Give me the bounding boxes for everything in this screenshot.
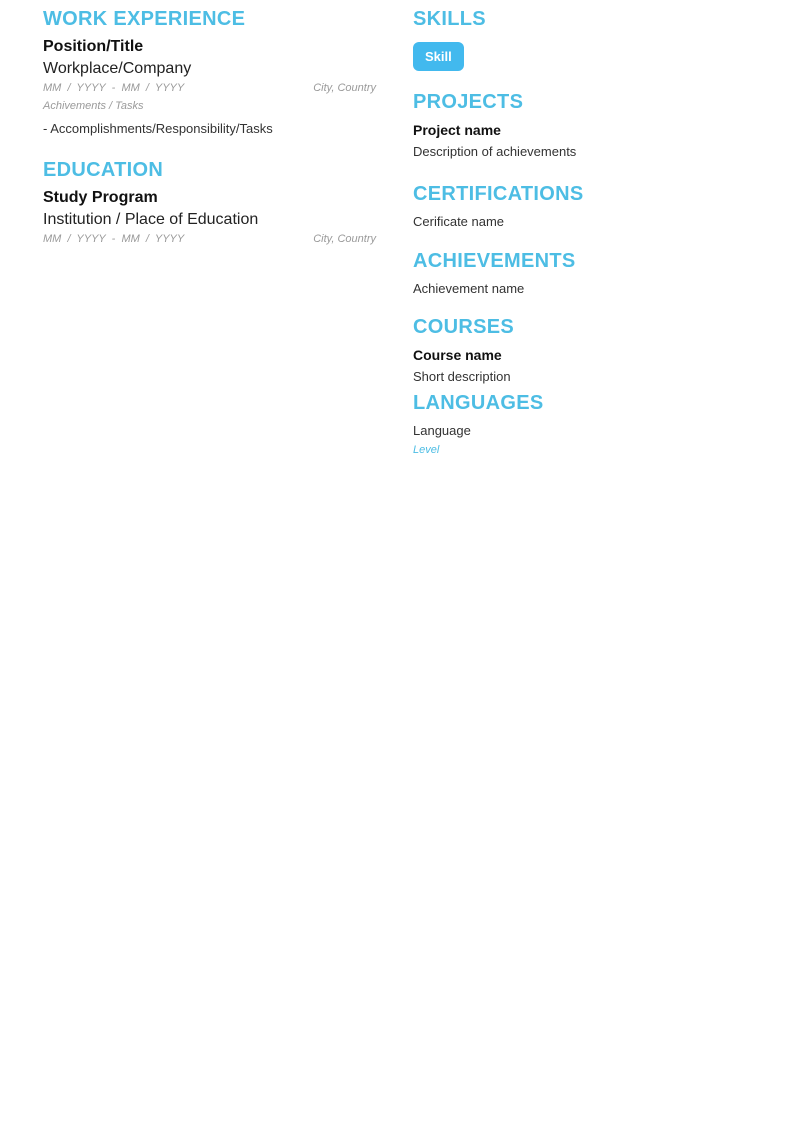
languages-section: LANGUAGES Language Level (413, 391, 763, 458)
courses-section: COURSES Course name Short description (413, 315, 763, 386)
project-description: Description of achievements (413, 144, 577, 159)
achievements-section: ACHIEVEMENTS Achievement name (413, 249, 763, 298)
education-dates: MM / YYYY - MM / YYYY (43, 233, 185, 245)
education-section: EDUCATION Study Program Institution / Pl… (43, 158, 376, 248)
courses-heading: COURSES (413, 316, 515, 338)
work-dates: MM / YYYY - MM / YYYY (43, 82, 185, 94)
languages-heading: LANGUAGES (413, 392, 544, 414)
work-bullet: - Accomplishments/Responsibility/Tasks (43, 121, 273, 136)
work-experience-section: WORK EXPERIENCE Position/Title Workplace… (43, 7, 376, 138)
education-location: City, Country (313, 233, 376, 245)
work-experience-heading: WORK EXPERIENCE (43, 8, 246, 30)
achievement-name: Achievement name (413, 281, 525, 296)
institution-name: Institution / Place of Education (43, 211, 259, 228)
education-meta-row: MM / YYYY - MM / YYYY City, Country (43, 231, 376, 248)
language-level: Level (413, 444, 440, 456)
work-achievements-note: Achivements / Tasks (43, 100, 144, 112)
language-name: Language (413, 423, 471, 438)
course-description: Short description (413, 369, 511, 384)
education-heading: EDUCATION (43, 159, 164, 181)
project-name: Project name (413, 122, 501, 138)
certifications-heading: CERTIFICATIONS (413, 183, 584, 205)
position-title: Position/Title (43, 38, 144, 55)
achievements-heading: ACHIEVEMENTS (413, 250, 576, 272)
certificate-name: Cerificate name (413, 214, 505, 229)
skill-pill: Skill (413, 42, 464, 71)
skills-list: Skill (413, 42, 486, 71)
company-name: Workplace/Company (43, 60, 192, 77)
projects-heading: PROJECTS (413, 91, 524, 113)
study-program: Study Program (43, 189, 158, 206)
certifications-section: CERTIFICATIONS Cerificate name (413, 182, 763, 231)
projects-section: PROJECTS Project name Description of ach… (413, 90, 763, 161)
course-name: Course name (413, 347, 502, 363)
skills-section: SKILLS Skill (413, 7, 486, 71)
work-meta-row: MM / YYYY - MM / YYYY City, Country (43, 80, 376, 97)
skills-heading: SKILLS (413, 8, 486, 30)
work-location: City, Country (313, 82, 376, 94)
